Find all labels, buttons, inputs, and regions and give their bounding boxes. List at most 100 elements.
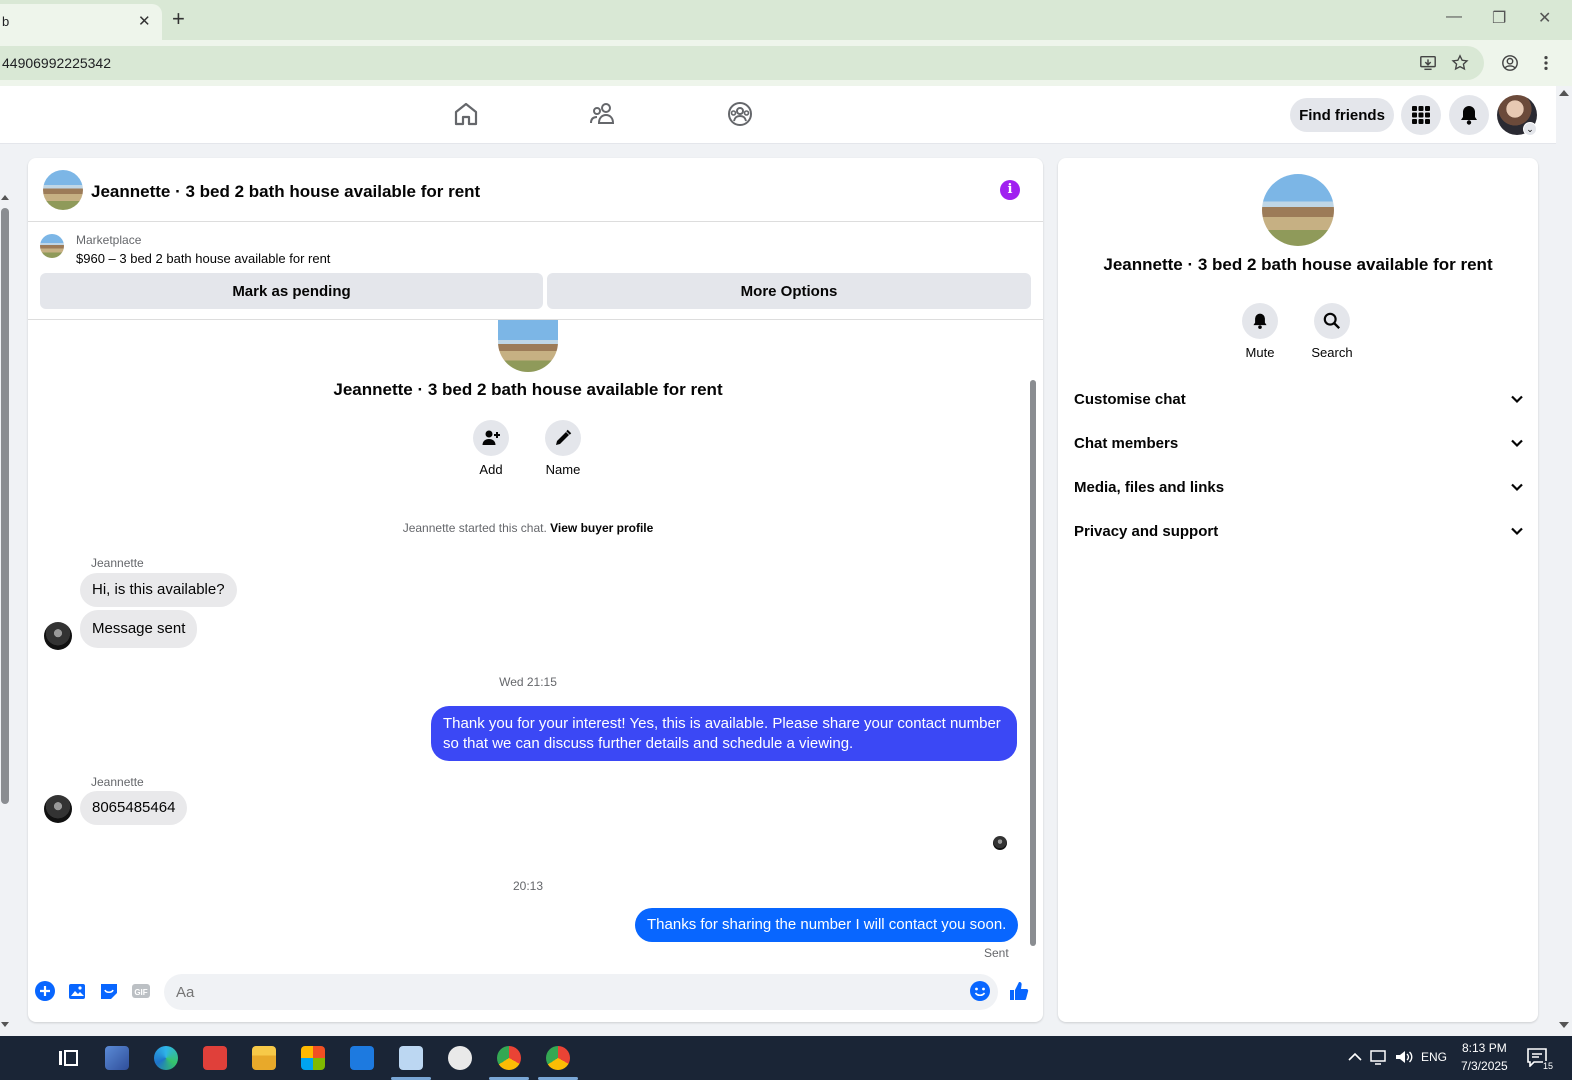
- plus-circle-icon[interactable]: [34, 980, 56, 1002]
- message-bubble-outgoing[interactable]: Thank you for your interest! Yes, this i…: [431, 706, 1017, 761]
- mute-label: Mute: [1245, 345, 1275, 360]
- thumbs-up-icon[interactable]: [1008, 980, 1030, 1002]
- bell-icon: [1253, 313, 1267, 329]
- app-icon[interactable]: [105, 1046, 129, 1070]
- task-view-icon[interactable]: [56, 1046, 80, 1070]
- chat-scrollbar-thumb[interactable]: [1030, 380, 1036, 946]
- browser-toolbar: 44906992225342: [0, 40, 1572, 86]
- chat-avatar[interactable]: [43, 170, 83, 210]
- search-label: Search: [1311, 345, 1353, 360]
- chevron-down-icon: [1511, 395, 1523, 404]
- page-scrollbar-left[interactable]: [0, 192, 10, 1030]
- svg-text:GIF: GIF: [134, 988, 147, 997]
- chat-members-section[interactable]: Chat members: [1074, 425, 1524, 461]
- paint-icon[interactable]: [448, 1046, 472, 1070]
- tray-chevron-up-icon[interactable]: [1346, 1048, 1364, 1066]
- bookmark-star-icon[interactable]: [1451, 54, 1469, 72]
- section-label: Privacy and support: [1074, 522, 1219, 540]
- message-bubble-incoming[interactable]: 8065485464: [80, 791, 188, 825]
- add-person-icon: [482, 430, 500, 445]
- store-icon[interactable]: [301, 1046, 325, 1070]
- page-scrollbar-right[interactable]: [1556, 86, 1572, 1032]
- clock-time[interactable]: 8:13 PM: [1462, 1041, 1507, 1055]
- search-in-chat-button[interactable]: Search: [1297, 303, 1367, 360]
- chat-scrollbar[interactable]: [1028, 324, 1038, 960]
- chrome-profile-icon[interactable]: [546, 1046, 570, 1070]
- section-label: Chat members: [1074, 434, 1179, 452]
- pencil-icon: [556, 429, 572, 445]
- sender-name: Jeannette: [91, 775, 144, 789]
- started-text: Jeannette started this chat.: [402, 521, 547, 535]
- close-window-icon[interactable]: ✕: [1538, 8, 1551, 28]
- message-bubble-incoming[interactable]: Message sent: [80, 610, 198, 648]
- mail-icon[interactable]: [350, 1046, 374, 1070]
- add-people-button[interactable]: Add: [456, 420, 526, 477]
- friends-icon[interactable]: [589, 100, 617, 128]
- edge-icon[interactable]: [154, 1046, 178, 1070]
- section-label: Customise chat: [1074, 390, 1186, 408]
- section-label: Media, files and links: [1074, 478, 1225, 496]
- tab-close-icon[interactable]: ✕: [138, 12, 151, 30]
- new-tab-icon[interactable]: +: [172, 6, 185, 32]
- sender-avatar[interactable]: [44, 622, 72, 650]
- browser-menu-icon[interactable]: [1537, 54, 1555, 72]
- info-title: Jeannette · 3 bed 2 bath house available…: [1103, 255, 1493, 274]
- privacy-support-section[interactable]: Privacy and support: [1074, 513, 1524, 549]
- customise-chat-section[interactable]: Customise chat: [1074, 381, 1524, 417]
- seen-indicator-avatar: [993, 836, 1007, 850]
- notepad-icon[interactable]: [399, 1046, 423, 1070]
- address-bar[interactable]: 44906992225342: [0, 46, 1484, 80]
- view-buyer-profile-link[interactable]: View buyer profile: [550, 521, 653, 535]
- listing-title[interactable]: $960 – 3 bed 2 bath house available for …: [76, 251, 330, 266]
- profile-icon[interactable]: [1501, 54, 1519, 72]
- tab-title: b: [2, 14, 10, 29]
- chat-title[interactable]: Jeannette · 3 bed 2 bath house available…: [91, 182, 480, 202]
- clock-date[interactable]: 7/3/2025: [1461, 1059, 1508, 1073]
- message-composer: GIF: [28, 968, 1043, 1016]
- browser-tab[interactable]: b ✕: [0, 4, 162, 40]
- emoji-icon[interactable]: [969, 980, 991, 1002]
- home-icon[interactable]: [452, 100, 480, 128]
- mute-button[interactable]: Mute: [1225, 303, 1295, 360]
- find-friends-button[interactable]: Find friends: [1290, 98, 1394, 132]
- network-icon[interactable]: [1369, 1048, 1389, 1066]
- chat-window: Jeannette · 3 bed 2 bath house available…: [28, 158, 1043, 1022]
- info-icon[interactable]: i: [1000, 180, 1020, 200]
- menu-button[interactable]: [1401, 95, 1441, 135]
- intro-title: Jeannette · 3 bed 2 bath house available…: [333, 380, 723, 399]
- photo-icon[interactable]: [66, 980, 88, 1002]
- minimize-icon[interactable]: —: [1446, 8, 1462, 26]
- language-indicator[interactable]: ENG: [1421, 1050, 1447, 1064]
- notifications-button[interactable]: [1449, 95, 1489, 135]
- message-bubble-incoming[interactable]: Hi, is this available?: [80, 573, 237, 607]
- message-input[interactable]: [164, 974, 998, 1010]
- mark-as-pending-button[interactable]: Mark as pending: [40, 273, 543, 309]
- listing-thumbnail[interactable]: [40, 234, 64, 258]
- intro-avatar: [498, 320, 558, 372]
- timestamp-separator: 20:13: [512, 879, 544, 893]
- name-chat-button[interactable]: Name: [528, 420, 598, 477]
- chrome-icon[interactable]: [497, 1046, 521, 1070]
- sender-avatar[interactable]: [44, 795, 72, 823]
- chevron-down-icon: [1511, 439, 1523, 448]
- account-chevron-icon[interactable]: ⌄: [1523, 122, 1537, 136]
- gif-icon[interactable]: GIF: [130, 980, 152, 1002]
- sticker-icon[interactable]: [98, 980, 120, 1002]
- volume-icon[interactable]: [1394, 1048, 1414, 1066]
- groups-icon[interactable]: [726, 100, 754, 128]
- anydesk-icon[interactable]: [203, 1046, 227, 1070]
- browser-tab-bar: b ✕ + — ❐ ✕: [0, 0, 1572, 40]
- restore-icon[interactable]: ❐: [1492, 8, 1506, 28]
- install-app-icon[interactable]: [1419, 54, 1437, 72]
- timestamp-separator: Wed 21:15: [499, 675, 557, 689]
- media-files-links-section[interactable]: Media, files and links: [1074, 469, 1524, 505]
- windows-taskbar: ENG 8:13 PM 7/3/2025 15: [0, 1036, 1572, 1080]
- message-bubble-outgoing[interactable]: Thanks for sharing the number I will con…: [635, 908, 1019, 942]
- message-list: Jeannette · 3 bed 2 bath house available…: [28, 320, 1043, 960]
- sent-status: Sent: [984, 946, 1009, 960]
- file-explorer-icon[interactable]: [252, 1046, 276, 1070]
- url-text: 44906992225342: [2, 55, 112, 71]
- more-options-button[interactable]: More Options: [547, 273, 1031, 309]
- name-label: Name: [545, 462, 581, 477]
- chevron-down-icon: [1511, 483, 1523, 492]
